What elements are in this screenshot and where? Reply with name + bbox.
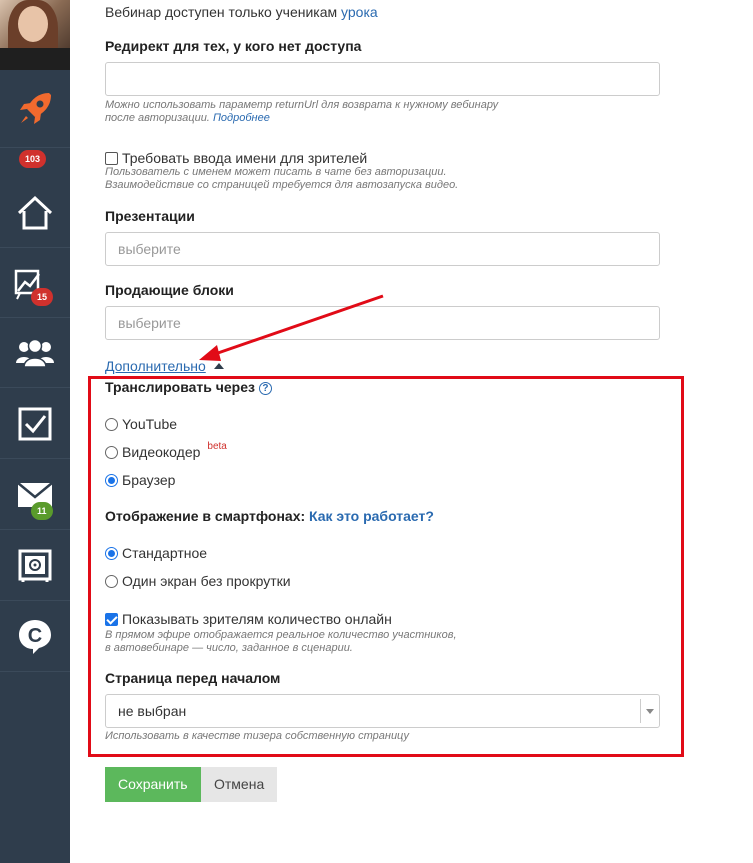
launch-badge: 103 [19, 150, 47, 168]
require-name-checkbox[interactable] [105, 151, 118, 165]
access-note: Вебинар доступен только ученикам урока [105, 4, 378, 20]
cancel-button[interactable]: Отмена [201, 767, 278, 802]
more-info-link[interactable]: Подробнее [213, 112, 270, 124]
require-name-hint-line1: Пользователь с именем может писать в чат… [105, 166, 447, 178]
advanced-toggle-label: Дополнительно [105, 358, 206, 374]
rocket-icon [20, 92, 51, 124]
redirect-hint: Можно использовать параметр returnUrl дл… [105, 99, 665, 125]
access-note-text: Вебинар доступен только ученикам [105, 4, 338, 20]
svg-text:C: C [28, 625, 42, 647]
require-name-option[interactable]: Требовать ввода имени для зрителей [105, 150, 367, 166]
redirect-hint-line1: Можно использовать параметр returnUrl дл… [105, 99, 499, 111]
sidebar-item-home[interactable] [0, 178, 70, 248]
home-icon [17, 195, 53, 229]
sidebar-item-stats[interactable] [0, 248, 70, 318]
redirect-label: Редирект для тех, у кого нет доступа [105, 38, 362, 54]
mail-badge: 11 [31, 502, 53, 520]
highlight-box [88, 376, 684, 757]
require-name-hint: Пользователь с именем может писать в чат… [105, 166, 665, 192]
require-name-label: Требовать ввода имени для зрителей [122, 150, 368, 166]
sidebar-item-safe[interactable] [0, 531, 70, 601]
sidebar: 103 15 11 C [0, 0, 70, 863]
sidebar-item-users[interactable] [0, 318, 70, 388]
sidebar-item-chat[interactable]: C [0, 602, 70, 672]
sidebar-item-tasks[interactable] [0, 389, 70, 459]
sidebar-item-launch[interactable] [0, 70, 70, 148]
redirect-input[interactable] [105, 62, 660, 96]
require-name-hint-line2: Взаимодействие со страницей требуется дл… [105, 179, 459, 191]
stats-badge: 15 [31, 288, 54, 306]
chat-c-icon: C [19, 619, 51, 654]
presentations-label: Презентации [105, 208, 195, 224]
sidebar-item-mail[interactable] [0, 460, 70, 530]
lesson-link[interactable]: урока [341, 4, 378, 20]
save-button[interactable]: Сохранить [105, 767, 201, 802]
annotation-arrow-icon [199, 294, 384, 361]
redirect-hint-line2: после авторизации. [105, 112, 210, 124]
users-icon [16, 338, 54, 368]
checkbox-icon [18, 407, 52, 440]
presentations-select[interactable]: выберите [105, 232, 660, 266]
avatar[interactable] [0, 0, 70, 70]
safe-icon [18, 549, 52, 582]
